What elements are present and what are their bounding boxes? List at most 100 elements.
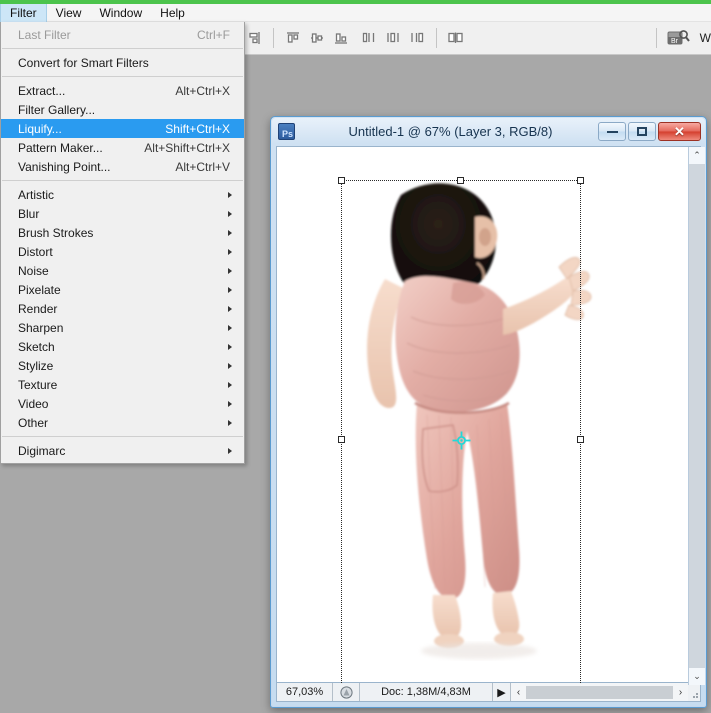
transform-reference-point-icon[interactable] [452, 431, 471, 450]
menu-bar: Filter View Window Help [0, 4, 711, 22]
minimize-button[interactable] [598, 122, 626, 141]
maximize-button[interactable] [628, 122, 656, 141]
menubar-item-help-label: Help [160, 6, 185, 20]
menu-item-render[interactable]: Render [1, 299, 244, 318]
submenu-arrow-icon [228, 229, 232, 236]
distribute-spacing-group [446, 28, 466, 48]
photoshop-app-icon-label: Ps [281, 129, 293, 139]
menu-item-blur[interactable]: Blur [1, 204, 244, 223]
distribute-left-icon[interactable] [359, 28, 379, 48]
menubar-item-window[interactable]: Window [90, 4, 151, 22]
menu-item-liquify-accel: Shift+Ctrl+X [165, 121, 230, 136]
transform-bounding-box[interactable] [338, 177, 584, 684]
menu-item-last-filter-label: Last Filter [18, 27, 71, 42]
menu-separator-4 [2, 436, 243, 437]
horizontal-scroll-track[interactable] [526, 685, 673, 699]
align-right-edges-icon[interactable] [244, 28, 264, 48]
status-preview-icon[interactable] [333, 683, 360, 701]
menu-item-extract[interactable]: Extract... Alt+Ctrl+X [1, 81, 244, 100]
menu-item-vanishing-point-label: Vanishing Point... [18, 159, 111, 174]
options-bar-trailing-text: W [699, 31, 711, 45]
menu-item-brush-strokes-label: Brush Strokes [18, 225, 94, 240]
menubar-item-view[interactable]: View [47, 4, 91, 22]
toolbar-separator-1 [273, 28, 274, 48]
menu-item-stylize[interactable]: Stylize [1, 356, 244, 375]
document-title: Untitled-1 @ 67% (Layer 3, RGB/8) [348, 124, 553, 139]
menu-item-video[interactable]: Video [1, 394, 244, 413]
submenu-arrow-icon [228, 324, 232, 331]
menu-item-pattern-maker-accel: Alt+Shift+Ctrl+X [144, 140, 230, 155]
distribute-spacing-icon[interactable] [446, 28, 466, 48]
align-bottom-edges-icon[interactable] [331, 28, 351, 48]
menu-item-texture[interactable]: Texture [1, 375, 244, 394]
svg-text:Br: Br [671, 38, 679, 45]
transform-handle-middle-right[interactable] [577, 435, 584, 443]
maximize-icon [637, 127, 647, 136]
menu-item-digimarc-label: Digimarc [18, 443, 66, 458]
menu-item-sketch[interactable]: Sketch [1, 337, 244, 356]
align-vertical-group [283, 28, 351, 48]
submenu-arrow-icon [228, 191, 232, 198]
menu-separator-3 [2, 180, 243, 181]
transform-handle-top-center[interactable] [457, 177, 464, 184]
menu-item-digimarc[interactable]: Digimarc [1, 441, 244, 460]
menu-item-pattern-maker-label: Pattern Maker... [18, 140, 103, 155]
document-title-bar[interactable]: Ps Untitled-1 @ 67% (Layer 3, RGB/8) ✕ [272, 118, 705, 145]
submenu-arrow-icon [228, 400, 232, 407]
scroll-up-arrow-icon[interactable]: ⌃ [689, 147, 705, 164]
menu-item-extract-label: Extract... [18, 83, 66, 98]
scroll-left-arrow-icon[interactable]: ‹ [511, 687, 526, 698]
menubar-item-filter[interactable]: Filter [0, 4, 47, 22]
canvas-horizontal-scrollbar[interactable]: ‹ › [510, 683, 688, 701]
menu-item-convert-for-smart-filters-label: Convert for Smart Filters [18, 55, 149, 70]
menu-item-pixelate[interactable]: Pixelate [1, 280, 244, 299]
zoom-level-field[interactable]: 67,03% [277, 683, 333, 701]
menu-item-distort[interactable]: Distort [1, 242, 244, 261]
submenu-arrow-icon [228, 267, 232, 274]
menu-item-last-filter[interactable]: Last Filter Ctrl+F [1, 25, 244, 44]
menu-item-noise-label: Noise [18, 263, 49, 278]
menu-item-filter-gallery[interactable]: Filter Gallery... [1, 100, 244, 119]
align-vertical-centers-icon[interactable] [307, 28, 327, 48]
menu-item-other[interactable]: Other [1, 413, 244, 432]
distribute-center-icon[interactable] [383, 28, 403, 48]
menu-item-artistic[interactable]: Artistic [1, 185, 244, 204]
menu-item-filter-gallery-label: Filter Gallery... [18, 102, 96, 117]
status-expand-arrow-icon[interactable]: ▶ [492, 683, 510, 701]
menu-item-pattern-maker[interactable]: Pattern Maker... Alt+Shift+Ctrl+X [1, 138, 244, 157]
bridge-launch-icon[interactable]: Br [666, 28, 692, 48]
close-button[interactable]: ✕ [658, 122, 701, 141]
close-icon: ✕ [674, 124, 685, 139]
distribute-group [359, 28, 427, 48]
menu-item-liquify[interactable]: Liquify... Shift+Ctrl+X [1, 119, 244, 138]
menu-item-sharpen[interactable]: Sharpen [1, 318, 244, 337]
menu-separator-1 [2, 48, 243, 49]
vertical-scroll-track[interactable] [689, 164, 705, 668]
document-window: Ps Untitled-1 @ 67% (Layer 3, RGB/8) ✕ ⌃… [270, 116, 707, 708]
resize-grip-icon[interactable] [688, 683, 700, 701]
canvas-vertical-scrollbar[interactable]: ⌃ ⌄ [688, 147, 705, 685]
transform-handle-top-left[interactable] [338, 177, 345, 184]
menu-item-noise[interactable]: Noise [1, 261, 244, 280]
menu-item-texture-label: Texture [18, 377, 58, 392]
menu-item-artistic-label: Artistic [18, 187, 54, 202]
menu-item-other-label: Other [18, 415, 49, 430]
transform-handle-top-right[interactable] [577, 177, 584, 184]
scroll-right-arrow-icon[interactable]: › [673, 687, 688, 698]
image-canvas[interactable] [276, 146, 701, 685]
submenu-arrow-icon [228, 248, 232, 255]
document-window-inner: Ps Untitled-1 @ 67% (Layer 3, RGB/8) ✕ ⌃… [272, 118, 705, 706]
toolbar-separator-2 [436, 28, 437, 48]
transform-handle-middle-left[interactable] [338, 435, 345, 443]
menubar-item-help[interactable]: Help [151, 4, 194, 22]
photoshop-window: Filter View Window Help Br W Last Filter… [0, 0, 711, 713]
menu-item-extract-accel: Alt+Ctrl+X [175, 83, 230, 98]
menubar-item-window-label: Window [99, 6, 143, 20]
menu-item-brush-strokes[interactable]: Brush Strokes [1, 223, 244, 242]
align-top-edges-icon[interactable] [283, 28, 303, 48]
distribute-right-icon[interactable] [407, 28, 427, 48]
menu-item-convert-for-smart-filters[interactable]: Convert for Smart Filters [1, 53, 244, 72]
menu-item-vanishing-point[interactable]: Vanishing Point... Alt+Ctrl+V [1, 157, 244, 176]
menu-item-render-label: Render [18, 301, 58, 316]
scroll-down-arrow-icon[interactable]: ⌄ [689, 668, 705, 685]
